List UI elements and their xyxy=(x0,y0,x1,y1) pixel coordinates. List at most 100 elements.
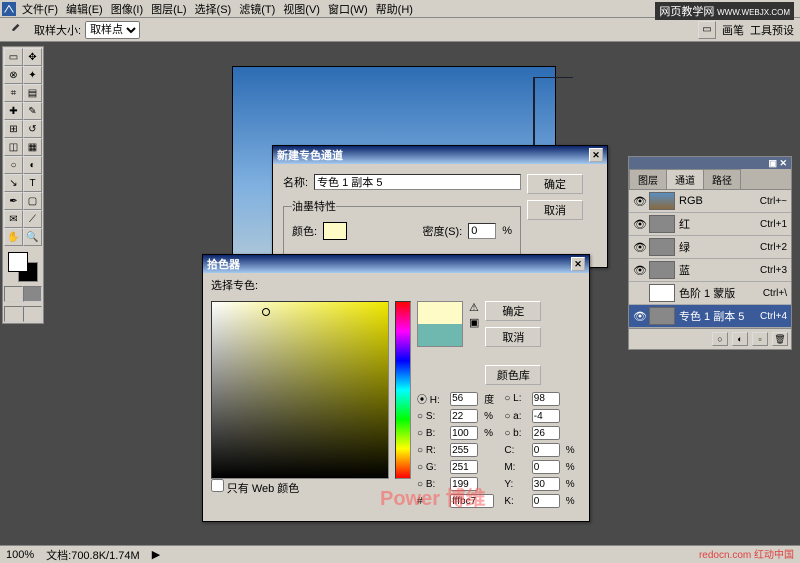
menu-view[interactable]: 视图(V) xyxy=(283,1,320,17)
eyedropper-icon xyxy=(6,23,24,37)
close-icon[interactable]: ✕ xyxy=(571,257,585,271)
menu-window[interactable]: 窗口(W) xyxy=(328,1,368,17)
tool-eyedropper[interactable]: ⟋ xyxy=(23,210,42,228)
tool-path[interactable]: ↘ xyxy=(4,174,23,192)
s-input[interactable] xyxy=(450,409,478,423)
menu-help[interactable]: 帮助(H) xyxy=(376,1,413,17)
eye-icon[interactable]: 👁 xyxy=(633,264,645,276)
tool-notes[interactable]: ✉ xyxy=(4,210,23,228)
tab-layers[interactable]: 图层 xyxy=(629,169,667,189)
ok-button[interactable]: 确定 xyxy=(527,174,583,194)
tool-type[interactable]: T xyxy=(23,174,42,192)
save-selection-icon[interactable]: ◐ xyxy=(732,332,748,346)
b2-input[interactable] xyxy=(532,426,560,440)
y-input[interactable] xyxy=(532,477,560,491)
tool-stamp[interactable]: ⊞ xyxy=(4,120,23,138)
channel-row[interactable]: 👁绿Ctrl+2 xyxy=(629,236,791,259)
picker-cancel-button[interactable]: 取消 xyxy=(485,327,541,347)
close-icon[interactable]: ✕ xyxy=(589,148,603,162)
tool-zoom[interactable]: 🔍 xyxy=(23,228,42,246)
menu-filter[interactable]: 滤镜(T) xyxy=(239,1,275,17)
g-input[interactable] xyxy=(450,460,478,474)
menu-select[interactable]: 选择(S) xyxy=(195,1,232,17)
m-input[interactable] xyxy=(532,460,560,474)
tool-wand[interactable]: ✦ xyxy=(23,66,42,84)
tool-history[interactable]: ↺ xyxy=(23,120,42,138)
eye-icon[interactable]: 👁 xyxy=(633,310,645,322)
new-spot-channel-dialog: 新建专色通道✕ 名称: 油墨特性 颜色: 密度(S): % 确定 取消 xyxy=(272,145,608,268)
zoom-level[interactable]: 100% xyxy=(6,549,34,561)
old-color xyxy=(418,324,462,346)
l-input[interactable] xyxy=(532,392,560,406)
menu-image[interactable]: 图像(I) xyxy=(111,1,143,17)
web-only-checkbox[interactable] xyxy=(211,479,224,492)
tool-pen[interactable]: ✒ xyxy=(4,192,23,210)
panel-close-icon[interactable]: ▣ ✕ xyxy=(768,158,787,169)
picker-title: 拾色器 xyxy=(207,256,240,272)
new-channel-icon[interactable]: ▫ xyxy=(752,332,768,346)
ink-group: 油墨特性 xyxy=(292,198,336,214)
channel-name: 蓝 xyxy=(679,262,690,278)
tool-move[interactable]: ✥ xyxy=(23,48,42,66)
channel-shortcut: Ctrl+\ xyxy=(763,288,787,299)
color-libraries-button[interactable]: 颜色库 xyxy=(485,365,541,385)
warning-icon[interactable]: ⚠ xyxy=(469,301,479,314)
channel-row[interactable]: 👁红Ctrl+1 xyxy=(629,213,791,236)
tab-paths[interactable]: 路径 xyxy=(703,169,741,189)
mode-standard[interactable] xyxy=(4,286,23,302)
load-selection-icon[interactable]: ○ xyxy=(712,332,728,346)
eye-icon[interactable]: 👁 xyxy=(633,195,645,207)
screen-2[interactable] xyxy=(23,306,42,322)
tool-heal[interactable]: ✚ xyxy=(4,102,23,120)
brushes-label[interactable]: 画笔 xyxy=(722,22,744,38)
tab-channels[interactable]: 通道 xyxy=(666,169,704,189)
cube-icon[interactable]: ▣ xyxy=(469,316,479,329)
color-swatch[interactable] xyxy=(323,222,347,240)
color-swatches[interactable] xyxy=(4,250,42,282)
watermark-bottom: redocn.com 红动中国 xyxy=(699,546,794,561)
picker-ok-button[interactable]: 确定 xyxy=(485,301,541,321)
tool-dodge[interactable]: ◐ xyxy=(23,156,42,174)
color-preview xyxy=(417,301,463,347)
tool-blur[interactable]: ○ xyxy=(4,156,23,174)
menu-edit[interactable]: 编辑(E) xyxy=(66,1,103,17)
toolbar-button-1[interactable]: ▭ xyxy=(698,21,716,39)
r-input[interactable] xyxy=(450,443,478,457)
presets-label[interactable]: 工具预设 xyxy=(750,22,794,38)
c-input[interactable] xyxy=(532,443,560,457)
tool-hand[interactable]: ✋ xyxy=(4,228,23,246)
tool-shape[interactable]: ▢ xyxy=(23,192,42,210)
hue-slider[interactable] xyxy=(395,301,411,479)
h-input[interactable] xyxy=(450,392,478,406)
color-field[interactable] xyxy=(211,301,389,479)
b-input[interactable] xyxy=(450,426,478,440)
channel-row[interactable]: 👁专色 1 副本 5Ctrl+4 xyxy=(629,305,791,328)
tool-gradient[interactable]: ▦ xyxy=(23,138,42,156)
tool-eraser[interactable]: ◫ xyxy=(4,138,23,156)
name-input[interactable] xyxy=(314,174,521,190)
delete-channel-icon[interactable]: 🗑 xyxy=(772,332,788,346)
cancel-button[interactable]: 取消 xyxy=(527,200,583,220)
channel-row[interactable]: 👁RGBCtrl+~ xyxy=(629,190,791,213)
density-input[interactable] xyxy=(468,223,496,239)
eye-icon[interactable]: 👁 xyxy=(633,218,645,230)
eye-icon[interactable]: 👁 xyxy=(633,241,645,253)
mode-quickmask[interactable] xyxy=(23,286,42,302)
watermark-top: 网页教学网 WWW.WEBJX.COM xyxy=(655,2,794,20)
tool-slice[interactable]: ▤ xyxy=(23,84,42,102)
channels-panel: ▣ ✕ 图层 通道 路径 👁RGBCtrl+~👁红Ctrl+1👁绿Ctrl+2👁… xyxy=(628,156,792,350)
tool-crop[interactable]: ⌗ xyxy=(4,84,23,102)
menu-layer[interactable]: 图层(L) xyxy=(151,1,186,17)
tool-brush[interactable]: ✎ xyxy=(23,102,42,120)
tool-marquee[interactable]: ▭ xyxy=(4,48,23,66)
menu-file[interactable]: 文件(F) xyxy=(22,1,58,17)
tool-lasso[interactable]: ⊗ xyxy=(4,66,23,84)
sample-size-select[interactable]: 取样点 xyxy=(85,21,140,39)
channel-row[interactable]: 👁蓝Ctrl+3 xyxy=(629,259,791,282)
screen-1[interactable] xyxy=(4,306,23,322)
k-input[interactable] xyxy=(532,494,560,508)
channel-row[interactable]: 色阶 1 蒙版Ctrl+\ xyxy=(629,282,791,305)
a-input[interactable] xyxy=(532,409,560,423)
pct: % xyxy=(502,225,512,237)
eye-icon[interactable] xyxy=(633,287,645,299)
